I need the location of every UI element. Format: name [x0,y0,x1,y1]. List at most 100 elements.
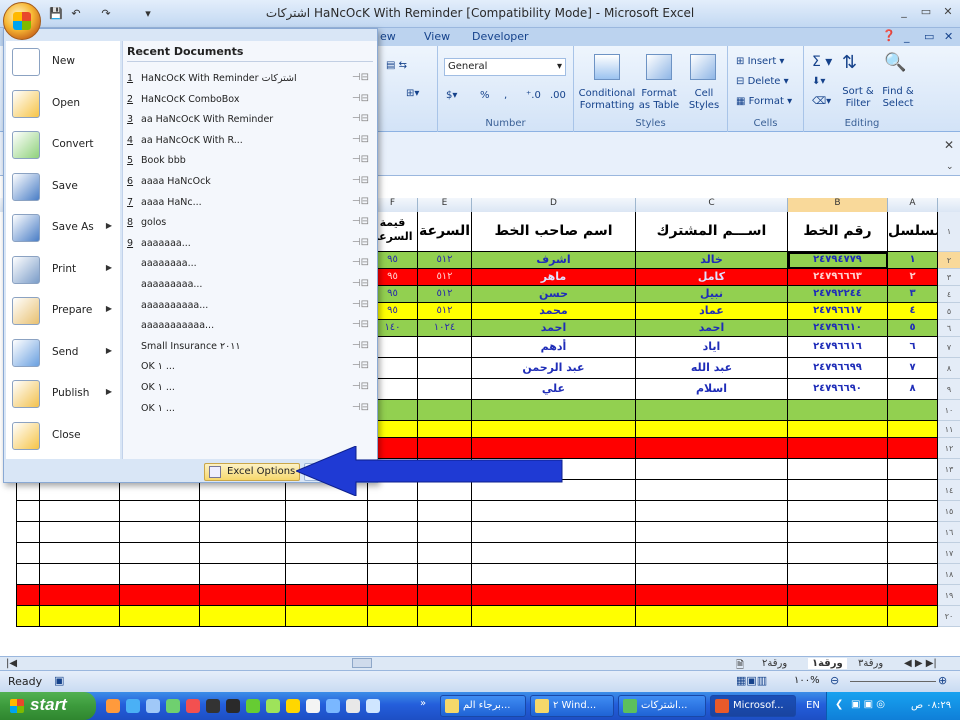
cell[interactable] [16,522,40,543]
cell[interactable] [788,543,888,564]
find-select-button[interactable]: Find & Select [878,86,918,110]
cell[interactable] [788,400,888,421]
zoom-in-icon[interactable]: ⊕ [938,674,947,687]
row-header[interactable]: ٧ [938,337,960,358]
cell[interactable] [888,522,938,543]
cell[interactable]: اشرف [472,252,636,269]
cell[interactable] [472,501,636,522]
cell[interactable]: خالد [636,252,788,269]
column-header[interactable]: E [418,198,472,212]
column-title[interactable]: اســـم المشترك [636,212,788,252]
minimize-icon[interactable]: _ [896,5,912,21]
cell[interactable] [472,543,636,564]
recent-document-item[interactable]: 6 aaaa HaNcOck ⊣⊟ [127,172,373,192]
menu-item-print[interactable]: Print ▶ [6,250,120,290]
insert-button[interactable]: ⊞ Insert ▾ [736,56,784,67]
language-indicator[interactable]: EN [806,700,820,711]
ribbon-restore-icon[interactable]: ▭ [924,30,934,43]
cell[interactable] [120,501,200,522]
cell[interactable] [16,543,40,564]
cell[interactable] [636,564,788,585]
cell[interactable] [16,501,40,522]
cell[interactable]: احمد [472,320,636,337]
recent-document-item[interactable]: 2 HaNcOcK ComboBox ⊣⊟ [127,90,373,110]
cell[interactable]: كامل [636,269,788,286]
cell[interactable]: ٥١٢ [418,269,472,286]
cell[interactable] [888,606,938,627]
pin-icon[interactable]: ⊣⊟ [352,319,369,330]
cell[interactable] [120,606,200,627]
row-header[interactable]: ٦ [938,320,960,337]
row-header[interactable]: ١٦ [938,522,960,543]
column-title[interactable]: السرعة [418,212,472,252]
tray-icons[interactable]: ▣ ▣ ◎ [851,699,885,710]
menu-item-prepare[interactable]: Prepare ▶ [6,291,120,331]
ribbon-minimize-icon[interactable]: _ [904,30,910,43]
cell[interactable] [120,543,200,564]
recent-document-item[interactable]: Small Insurance ٢٠١١ ⊣⊟ [127,337,373,357]
cell[interactable] [286,564,368,585]
office-button[interactable] [3,2,41,40]
recent-document-item[interactable]: 5 Book bbb ⊣⊟ [127,151,373,171]
star-icon[interactable] [286,699,300,713]
cell[interactable]: عماد [636,303,788,320]
recent-document-item[interactable]: OK ١ ... ⊣⊟ [127,399,373,419]
quicklaunch-icon-9[interactable] [266,699,280,713]
start-button[interactable]: start [0,692,96,720]
cell[interactable] [120,522,200,543]
recent-document-item[interactable]: 9 aaaaaaa... ⊣⊟ [127,234,373,254]
pin-icon[interactable]: ⊣⊟ [352,278,369,289]
row-header[interactable]: ٣ [938,269,960,286]
recent-document-item[interactable]: OK ١ ... ⊣⊟ [127,378,373,398]
row-header[interactable]: ٥ [938,303,960,320]
cell[interactable] [788,522,888,543]
excel-options-button[interactable]: Excel Options [204,463,300,481]
recent-document-item[interactable]: OK ١ ... ⊣⊟ [127,357,373,377]
cell[interactable] [40,564,120,585]
cell[interactable] [286,585,368,606]
cell[interactable] [286,522,368,543]
zoom-level[interactable]: ١٠٠% [794,675,820,686]
cell-styles-button[interactable]: Cell Styles [684,88,724,112]
cell[interactable] [418,337,472,358]
cell[interactable]: ماهر [472,269,636,286]
cell[interactable]: ٧ [888,358,938,379]
cell[interactable] [888,564,938,585]
menu-item-close[interactable]: Close [6,416,120,456]
cell[interactable] [120,585,200,606]
cell[interactable] [418,421,472,438]
cell[interactable]: نبيل [636,286,788,303]
cell[interactable] [418,564,472,585]
tab-view[interactable]: View [424,30,450,43]
cell[interactable] [418,400,472,421]
pin-icon[interactable]: ⊣⊟ [352,340,369,351]
cell[interactable] [200,564,286,585]
recent-document-item[interactable]: aaaaaaaaaaa... ⊣⊟ [127,316,373,336]
cell[interactable] [636,480,788,501]
cell[interactable] [418,585,472,606]
cell[interactable]: ٦ [888,337,938,358]
quicklaunch-icon-12[interactable] [326,699,340,713]
cell[interactable]: عبد الرحمن [472,358,636,379]
cell[interactable] [368,501,418,522]
cell[interactable] [888,438,938,459]
restore-icon[interactable]: ▭ [918,5,934,21]
tab-developer[interactable]: Developer [472,30,529,43]
cell[interactable] [888,501,938,522]
cell[interactable] [418,606,472,627]
number-format-select[interactable]: General ▾ [444,58,566,76]
increase-decimal-icon[interactable]: ⁺.0 [526,90,541,101]
cell[interactable] [472,585,636,606]
conditional-formatting-icon[interactable] [594,54,620,80]
cell[interactable] [888,400,938,421]
cell[interactable]: عبد الله [636,358,788,379]
cell[interactable] [788,501,888,522]
cell[interactable] [788,480,888,501]
recent-document-item[interactable]: 7 aaaa HaNc... ⊣⊟ [127,193,373,213]
zoom-slider[interactable] [850,681,936,682]
cell[interactable] [120,564,200,585]
cell[interactable] [200,606,286,627]
cell[interactable] [200,522,286,543]
recent-document-item[interactable]: aaaaaaaaa... ⊣⊟ [127,275,373,295]
quicklaunch-icon-5[interactable] [186,699,200,713]
